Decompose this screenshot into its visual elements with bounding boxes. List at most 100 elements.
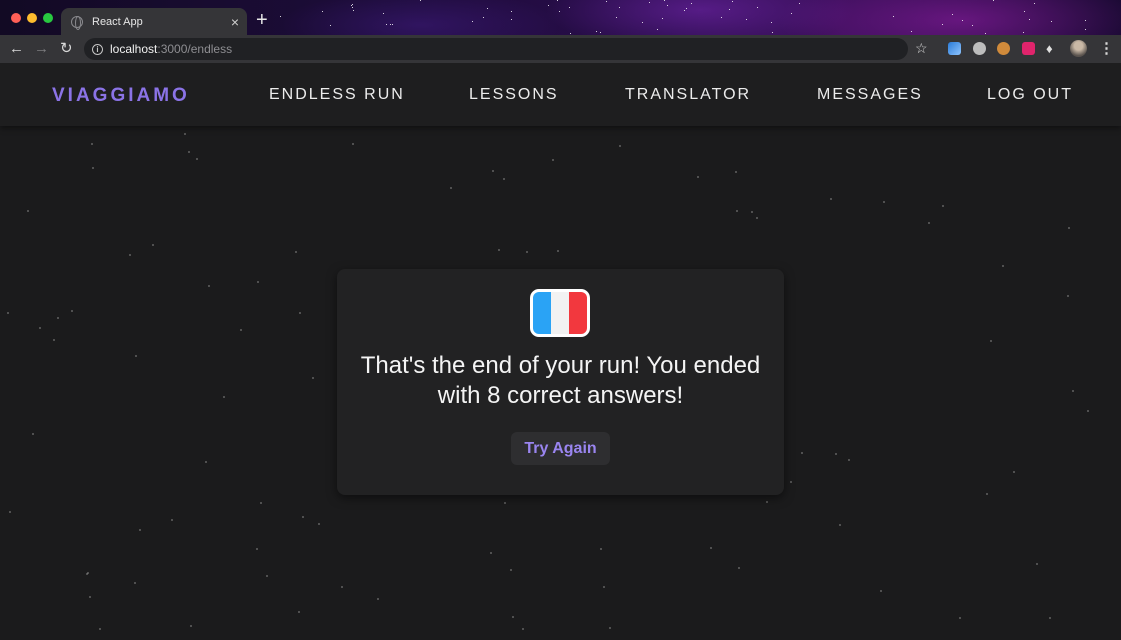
background-star [959,617,961,619]
window-close-button[interactable] [11,13,21,23]
background-star [756,217,758,219]
tabstrip-star [472,21,473,22]
tabstrip-star [487,8,488,9]
nav-link-translator[interactable]: TRANSLATOR [625,86,751,104]
extension-gear-icon[interactable] [973,42,986,55]
background-star [129,254,131,256]
url-field[interactable]: i localhost:3000/endless [84,38,908,60]
tabstrip-star [352,7,353,8]
tabstrip-star [353,10,354,11]
background-star [87,572,89,574]
tabstrip-star [559,11,560,12]
forward-arrow-icon[interactable]: → [34,40,49,58]
background-star [609,627,611,629]
tabstrip-star [664,0,665,1]
nav-link-log-out[interactable]: LOG OUT [987,86,1073,104]
nav-link-messages[interactable]: MESSAGES [817,86,923,104]
background-star [266,575,268,577]
tabstrip-star [662,18,663,19]
info-icon[interactable]: i [92,43,103,55]
browser-tab[interactable]: React App × [61,8,247,35]
tabstrip-star [911,31,912,32]
background-star [736,210,738,212]
tabstrip-star [772,32,773,33]
background-star [450,187,452,189]
tabstrip-star [548,5,549,6]
background-star [766,501,768,503]
background-star [32,433,34,435]
background-star [1013,471,1015,473]
tabstrip-star [746,19,747,20]
background-star [790,481,792,483]
tabstrip-star [511,19,512,20]
background-star [738,567,740,569]
tabstrip-star [606,1,607,2]
background-star [9,511,11,513]
tabstrip-star [392,24,393,25]
bookmark-star-icon[interactable]: ☆ [915,40,928,57]
background-star [152,244,154,246]
background-star [1002,265,1004,267]
tabstrip-star [686,8,687,9]
extension-pink-icon[interactable] [1022,42,1035,55]
tabstrip-star [1085,20,1086,21]
background-star [341,586,343,588]
background-star [1072,390,1074,392]
background-star [312,377,314,379]
tab-close-icon[interactable]: × [231,15,239,29]
nav-link-lessons[interactable]: LESSONS [469,86,559,104]
tabstrip-star [791,13,792,14]
tabstrip-star [383,13,384,14]
url-path: :3000/endless [157,42,233,56]
browser-menu-icon[interactable]: ⋮ [1099,39,1114,57]
profile-avatar[interactable] [1070,40,1087,57]
reload-icon[interactable]: ↻ [60,40,73,58]
back-arrow-icon[interactable]: ← [9,40,24,58]
background-star [498,249,500,251]
background-star [184,133,186,135]
background-star [801,452,803,454]
try-again-button[interactable]: Try Again [511,432,610,465]
tabstrip-star [993,0,994,1]
background-star [92,167,94,169]
background-star [503,178,505,180]
extension-cookie-icon[interactable] [997,42,1010,55]
background-star [188,151,190,153]
window-zoom-button[interactable] [43,13,53,23]
background-star [260,502,262,504]
tabstrip-star [330,25,331,26]
tabstrip-star [511,11,512,12]
background-star [196,158,198,160]
tabstrip-star [483,17,484,18]
background-star [492,170,494,172]
extension-icon[interactable] [948,42,961,55]
url-host: localhost [110,42,158,56]
background-star [1049,617,1051,619]
tabstrip-star [322,11,323,12]
background-star [830,198,832,200]
new-tab-button[interactable]: + [256,10,268,30]
tabstrip-star [757,7,758,8]
background-star [710,547,712,549]
browser-tab-strip: React App × + [0,0,1121,35]
tabstrip-star [667,5,668,6]
extensions-puzzle-icon[interactable]: ♦ [1046,41,1053,56]
tabstrip-star [642,22,643,23]
background-star [883,201,885,203]
background-star [190,625,192,627]
tabstrip-star [732,1,733,2]
brand-logo[interactable]: VIAGGIAMO [52,85,190,107]
app-page: VIAGGIAMO ENDLESS RUN LESSONS TRANSLATOR… [0,63,1121,640]
background-star [134,582,136,584]
background-star [377,598,379,600]
tabstrip-star [893,16,894,17]
background-star [302,516,304,518]
background-star [171,519,173,521]
background-star [135,355,137,357]
nav-link-endless-run[interactable]: ENDLESS RUN [269,86,405,104]
background-star [504,502,506,504]
background-star [53,339,55,341]
window-minimize-button[interactable] [27,13,37,23]
tabstrip-star [569,7,570,8]
tabstrip-star [649,2,650,3]
